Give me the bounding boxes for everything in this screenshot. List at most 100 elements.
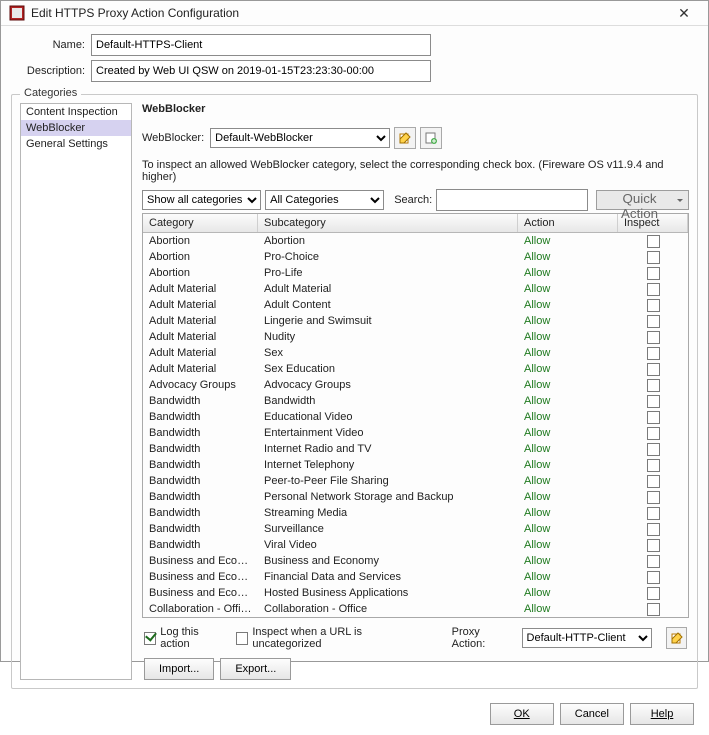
table-row[interactable]: Adult MaterialSexAllow — [143, 345, 688, 361]
table-body[interactable]: AbortionAbortionAllowAbortionPro-ChoiceA… — [143, 233, 688, 617]
inspect-checkbox[interactable] — [647, 347, 660, 360]
table-row[interactable]: Business and EconomyHosted Business Appl… — [143, 585, 688, 601]
cell-action: Allow — [518, 523, 618, 535]
cell-subcategory: Sex Education — [258, 363, 518, 375]
table-row[interactable]: AbortionPro-ChoiceAllow — [143, 249, 688, 265]
inspect-checkbox[interactable] — [647, 267, 660, 280]
new-webblocker-icon[interactable] — [420, 127, 442, 149]
inspect-checkbox[interactable] — [647, 331, 660, 344]
inspect-checkbox[interactable] — [647, 603, 660, 616]
table-row[interactable]: BandwidthInternet Radio and TVAllow — [143, 441, 688, 457]
inspect-checkbox[interactable] — [647, 251, 660, 264]
export-button[interactable]: Export... — [220, 658, 291, 680]
col-subcategory[interactable]: Subcategory — [258, 214, 518, 232]
cell-action: Allow — [518, 539, 618, 551]
inspect-checkbox[interactable] — [647, 555, 660, 568]
cancel-button[interactable]: Cancel — [560, 703, 624, 725]
inspect-uncategorized-checkbox[interactable] — [236, 632, 248, 645]
inspect-checkbox[interactable] — [647, 491, 660, 504]
inspect-checkbox[interactable] — [647, 523, 660, 536]
table-row[interactable]: Adult MaterialSex EducationAllow — [143, 361, 688, 377]
table-row[interactable]: Adult MaterialNudityAllow — [143, 329, 688, 345]
cell-action: Allow — [518, 475, 618, 487]
table-row[interactable]: Adult MaterialAdult MaterialAllow — [143, 281, 688, 297]
table-row[interactable]: BandwidthViral VideoAllow — [143, 537, 688, 553]
table-row[interactable]: Adult MaterialLingerie and SwimsuitAllow — [143, 313, 688, 329]
sidebar-item-general-settings[interactable]: General Settings — [21, 136, 131, 152]
table-row[interactable]: BandwidthEntertainment VideoAllow — [143, 425, 688, 441]
proxy-action-select[interactable]: Default-HTTP-Client — [522, 628, 653, 648]
table-row[interactable]: BandwidthBandwidthAllow — [143, 393, 688, 409]
inspect-checkbox[interactable] — [647, 315, 660, 328]
categories-sidebar: Content InspectionWebBlockerGeneral Sett… — [20, 103, 132, 680]
cell-subcategory: Abortion — [258, 235, 518, 247]
categories-table: Category Subcategory Action Inspect Abor… — [142, 213, 689, 618]
inspect-checkbox[interactable] — [647, 427, 660, 440]
cell-action: Allow — [518, 363, 618, 375]
col-action[interactable]: Action — [518, 214, 618, 232]
table-row[interactable]: BandwidthInternet TelephonyAllow — [143, 457, 688, 473]
cell-category: Bandwidth — [143, 427, 258, 439]
inspect-checkbox[interactable] — [647, 475, 660, 488]
inspect-note: To inspect an allowed WebBlocker categor… — [142, 159, 689, 183]
inspect-checkbox[interactable] — [647, 379, 660, 392]
cell-action: Allow — [518, 555, 618, 567]
edit-proxy-action-icon[interactable] — [666, 627, 687, 649]
cell-action: Allow — [518, 331, 618, 343]
inspect-checkbox[interactable] — [647, 299, 660, 312]
cell-category: Adult Material — [143, 363, 258, 375]
log-this-action-checkbox[interactable] — [144, 632, 156, 645]
inspect-checkbox[interactable] — [647, 443, 660, 456]
table-row[interactable]: Business and EconomyFinancial Data and S… — [143, 569, 688, 585]
table-row[interactable]: AbortionPro-LifeAllow — [143, 265, 688, 281]
edit-webblocker-icon[interactable] — [394, 127, 416, 149]
cell-category: Adult Material — [143, 299, 258, 311]
table-row[interactable]: BandwidthPeer-to-Peer File SharingAllow — [143, 473, 688, 489]
table-row[interactable]: BandwidthSurveillanceAllow — [143, 521, 688, 537]
description-input[interactable] — [91, 60, 431, 82]
cell-action: Allow — [518, 411, 618, 423]
name-input[interactable] — [91, 34, 431, 56]
inspect-checkbox[interactable] — [647, 283, 660, 296]
cell-category: Business and Economy — [143, 555, 258, 567]
inspect-checkbox[interactable] — [647, 587, 660, 600]
ok-button[interactable]: OK — [490, 703, 554, 725]
close-button[interactable]: ✕ — [668, 1, 700, 25]
table-row[interactable]: Advocacy GroupsAdvocacy GroupsAllow — [143, 377, 688, 393]
cell-subcategory: Business and Economy — [258, 555, 518, 567]
table-row[interactable]: BandwidthStreaming MediaAllow — [143, 505, 688, 521]
import-button[interactable]: Import... — [144, 658, 214, 680]
table-row[interactable]: AbortionAbortionAllow — [143, 233, 688, 249]
cell-subcategory: Lingerie and Swimsuit — [258, 315, 518, 327]
inspect-checkbox[interactable] — [647, 235, 660, 248]
cell-subcategory: Pro-Choice — [258, 251, 518, 263]
col-category[interactable]: Category — [143, 214, 258, 232]
help-button[interactable]: Help — [630, 703, 694, 725]
inspect-checkbox[interactable] — [647, 539, 660, 552]
webblocker-select[interactable]: Default-WebBlocker — [210, 128, 390, 148]
filter-show-select[interactable]: Show all categories — [142, 190, 261, 210]
sidebar-item-content-inspection[interactable]: Content Inspection — [21, 104, 131, 120]
cell-subcategory: Adult Content — [258, 299, 518, 311]
inspect-checkbox[interactable] — [647, 395, 660, 408]
inspect-checkbox[interactable] — [647, 411, 660, 424]
cell-category: Bandwidth — [143, 475, 258, 487]
inspect-checkbox[interactable] — [647, 507, 660, 520]
cell-action: Allow — [518, 427, 618, 439]
table-row[interactable]: Business and EconomyBusiness and Economy… — [143, 553, 688, 569]
cell-action: Allow — [518, 571, 618, 583]
table-row[interactable]: Adult MaterialAdult ContentAllow — [143, 297, 688, 313]
quick-action-button[interactable]: Quick Action — [596, 190, 689, 210]
sidebar-item-webblocker[interactable]: WebBlocker — [21, 120, 131, 136]
name-label: Name: — [15, 39, 85, 51]
cell-category: Adult Material — [143, 331, 258, 343]
filter-all-select[interactable]: All Categories — [265, 190, 384, 210]
cell-action: Allow — [518, 507, 618, 519]
table-row[interactable]: Collaboration - OfficeCollaboration - Of… — [143, 601, 688, 617]
inspect-checkbox[interactable] — [647, 459, 660, 472]
table-row[interactable]: BandwidthEducational VideoAllow — [143, 409, 688, 425]
inspect-checkbox[interactable] — [647, 363, 660, 376]
table-row[interactable]: BandwidthPersonal Network Storage and Ba… — [143, 489, 688, 505]
search-input[interactable] — [436, 189, 588, 211]
inspect-checkbox[interactable] — [647, 571, 660, 584]
